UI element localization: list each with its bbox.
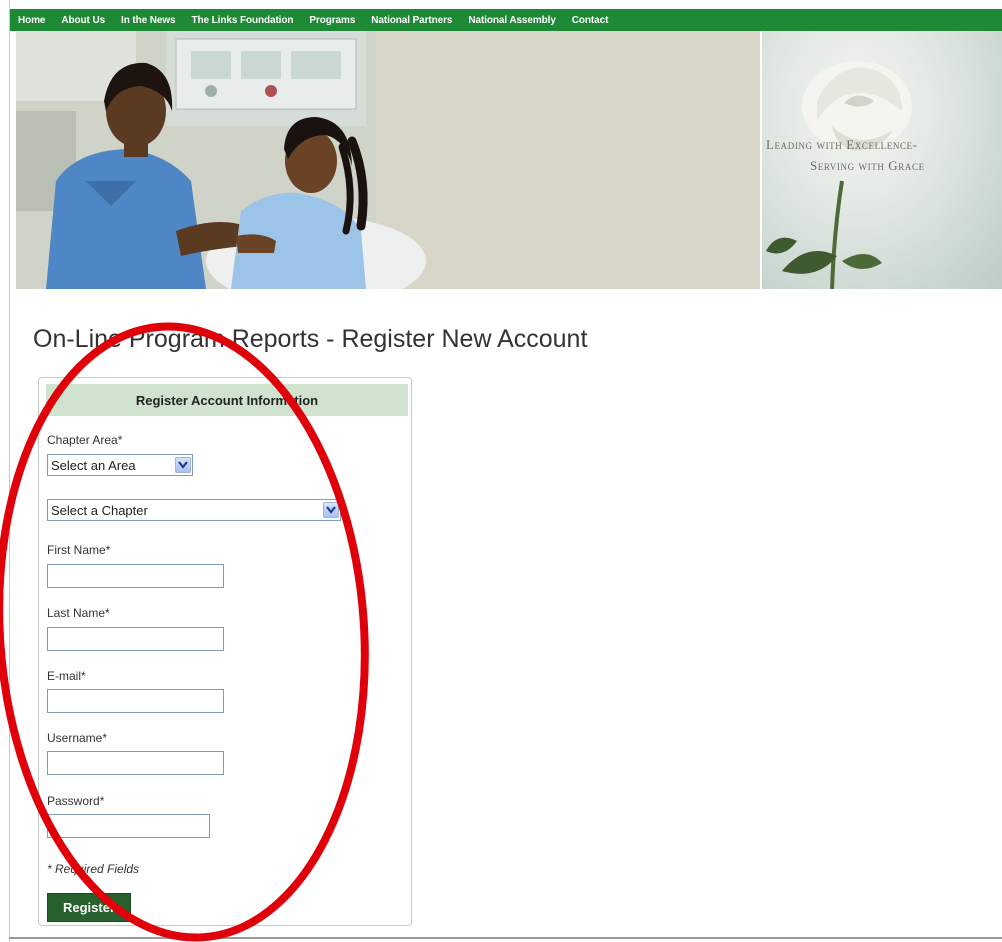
tagline-line-1: Leading with Excellence-: [766, 137, 918, 152]
register-button[interactable]: Register: [47, 893, 131, 922]
nav-about-us[interactable]: About Us: [61, 15, 105, 26]
last-name-label: Last Name*: [47, 606, 110, 620]
chapter-select-value: Select a Chapter: [51, 502, 148, 518]
chapter-area-label: Chapter Area*: [47, 433, 123, 447]
email-label: E-mail*: [47, 669, 86, 683]
nav-home[interactable]: Home: [18, 15, 45, 26]
page-left-border: [9, 0, 10, 942]
chevron-down-icon: [175, 457, 191, 473]
hero-photo: [16, 31, 760, 289]
required-fields-note: * Required Fields: [47, 862, 140, 876]
username-field[interactable]: [47, 751, 224, 775]
page-title: On-Line Program Reports - Register New A…: [33, 325, 588, 353]
password-label: Password*: [47, 794, 105, 808]
hospital-scene-illustration: [16, 31, 760, 289]
nav-national-assembly[interactable]: National Assembly: [468, 15, 556, 26]
nav-national-partners[interactable]: National Partners: [371, 15, 452, 26]
last-name-field[interactable]: [47, 627, 224, 651]
banner-tagline: Leading with Excellence- Serving with Gr…: [766, 134, 1002, 176]
tagline-line-2: Serving with Grace: [810, 158, 925, 173]
area-select-value: Select an Area: [51, 457, 136, 473]
username-label: Username*: [47, 731, 108, 745]
chevron-down-icon: [323, 502, 339, 518]
nav-programs[interactable]: Programs: [309, 15, 355, 26]
nav-contact[interactable]: Contact: [572, 15, 609, 26]
first-name-label: First Name*: [47, 543, 111, 557]
chapter-select[interactable]: Select a Chapter: [47, 499, 341, 521]
password-field[interactable]: [47, 814, 210, 838]
panel-header: Register Account Information: [46, 384, 408, 416]
nav-links-foundation[interactable]: The Links Foundation: [192, 15, 294, 26]
first-name-field[interactable]: [47, 564, 224, 588]
rose-banner: Leading with Excellence- Serving with Gr…: [762, 31, 1002, 289]
page-bottom-border: [9, 937, 1002, 939]
area-select[interactable]: Select an Area: [47, 454, 193, 476]
register-form-panel: Register Account Information Chapter Are…: [38, 377, 412, 926]
nav-in-the-news[interactable]: In the News: [121, 15, 176, 26]
top-navigation: Home About Us In the News The Links Foun…: [10, 9, 1002, 31]
email-field[interactable]: [47, 689, 224, 713]
